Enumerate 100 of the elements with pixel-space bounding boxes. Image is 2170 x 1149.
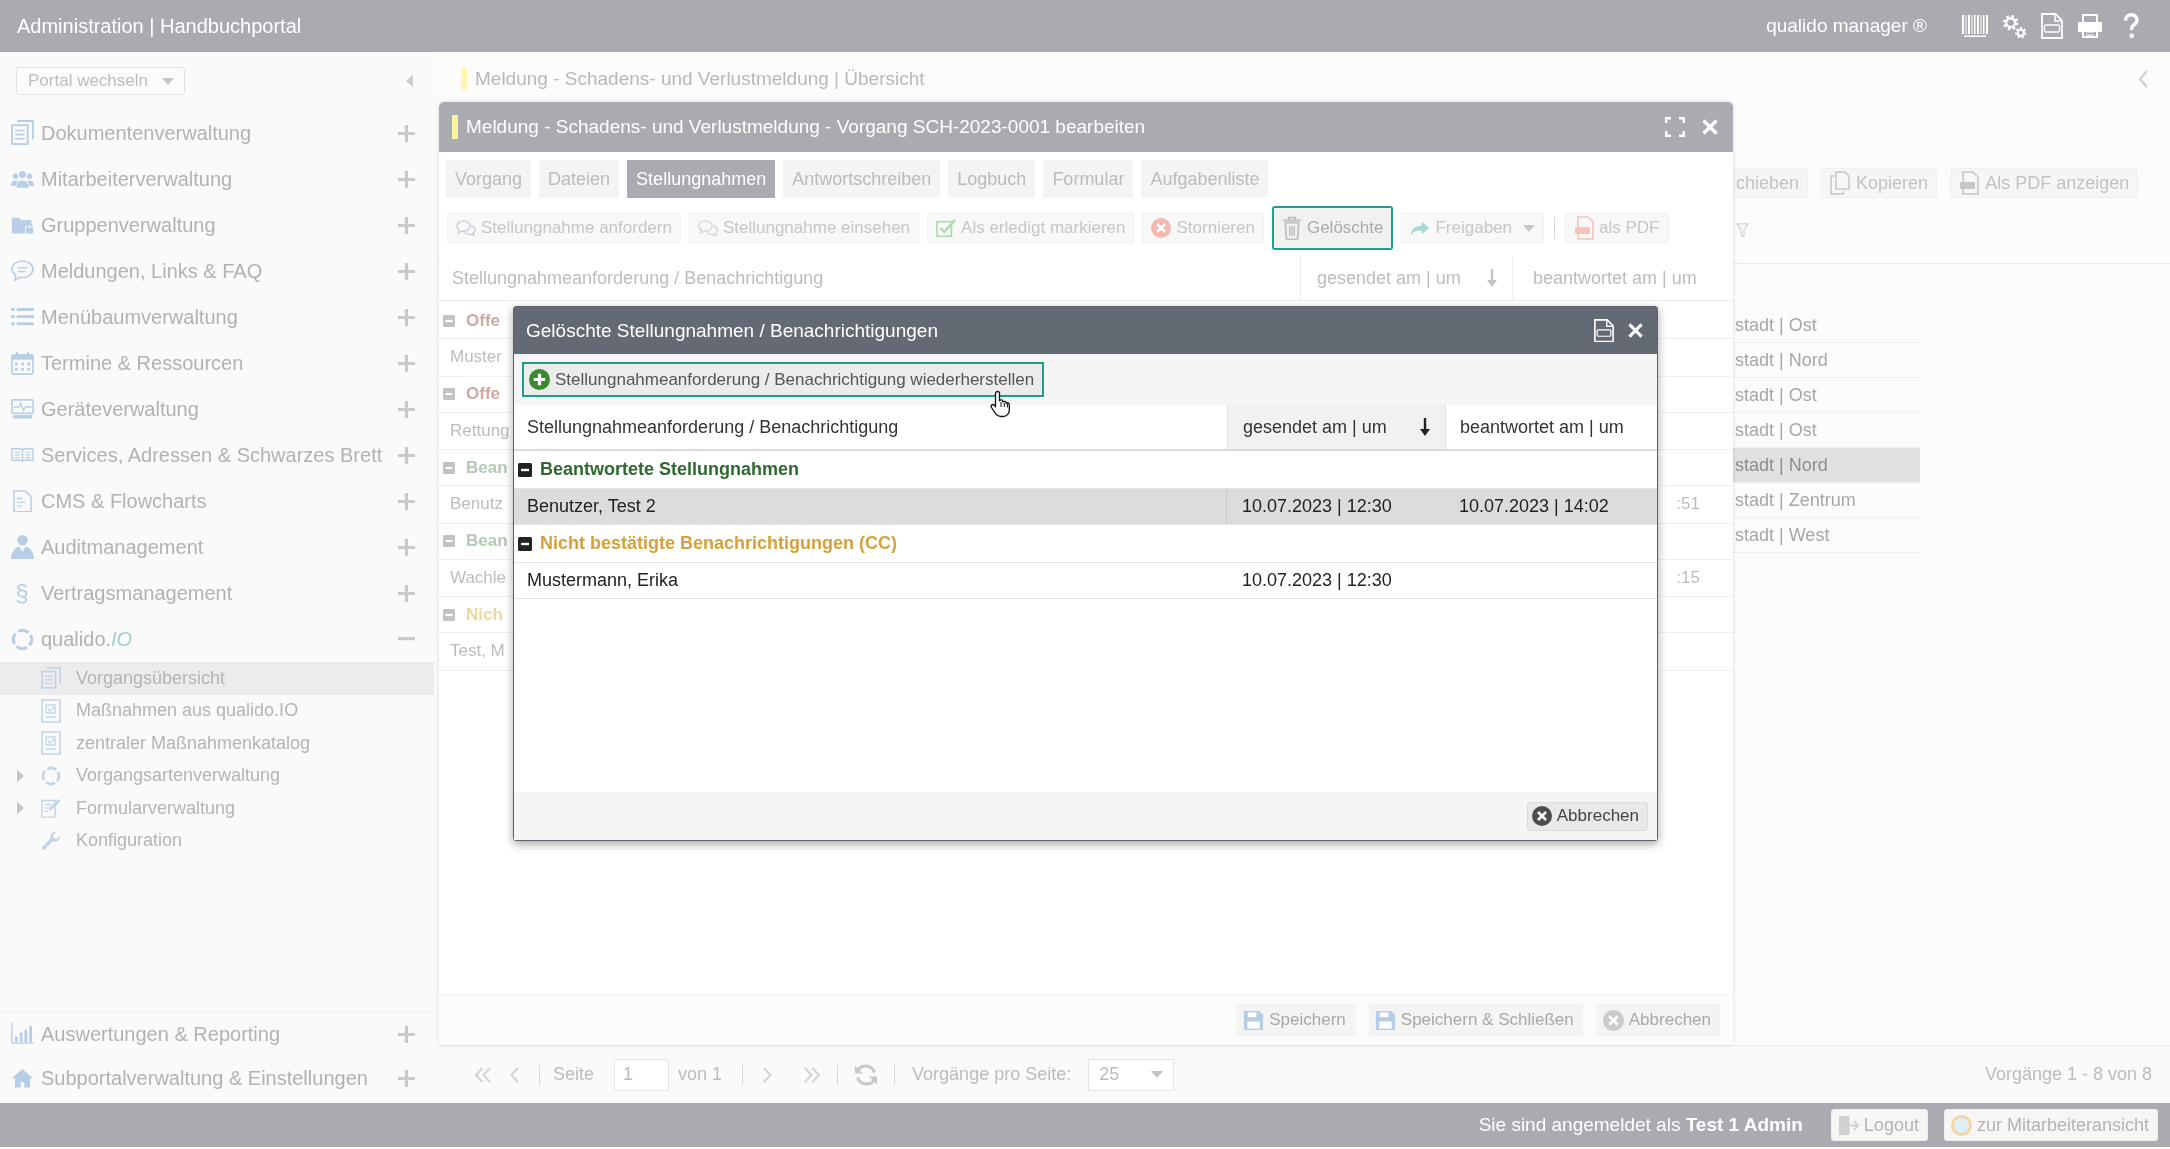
sidebar-item[interactable]: qualido.IO xyxy=(0,616,437,662)
refresh-icon[interactable] xyxy=(854,1063,879,1086)
first-page-icon[interactable] xyxy=(474,1066,492,1083)
table-cell: Rettung xyxy=(450,420,510,441)
wrench-icon xyxy=(41,830,61,851)
sidebar-item[interactable]: Services, Adressen & Schwarzes Brett xyxy=(0,432,437,478)
table-cell: 10.07.2023 | 14:02 xyxy=(1459,496,1609,517)
sidebar-item[interactable]: CMS & Flowcharts xyxy=(0,478,437,524)
footer-button[interactable]: Speichern xyxy=(1237,1004,1355,1036)
page-input[interactable]: 1 xyxy=(614,1058,670,1091)
plus-icon[interactable] xyxy=(398,262,415,280)
footer-button[interactable]: Speichern & Schließen xyxy=(1368,1004,1583,1036)
toolbar-button[interactable]: Gelöschte xyxy=(1271,206,1394,250)
sidebar-subitem[interactable]: Vorgangsübersicht xyxy=(0,662,434,695)
plus-icon[interactable] xyxy=(398,124,415,142)
filter-icon[interactable] xyxy=(1736,222,1749,238)
tab[interactable]: Antwortschreiben xyxy=(783,160,941,198)
record-count: Vorgänge 1 - 8 von 8 xyxy=(1984,1064,2152,1085)
tab[interactable]: Stellungnahmen xyxy=(627,160,776,198)
copy-icon xyxy=(1830,171,1851,195)
sidebar-item[interactable]: Auditmanagement xyxy=(0,524,437,570)
sidebar-item[interactable]: Meldungen, Links & FAQ xyxy=(0,248,437,294)
table-row[interactable]: stadt | Nord xyxy=(1733,448,1920,483)
table-cell: Mustermann, Erika xyxy=(527,570,679,591)
column-header[interactable]: Stellungnahmeanforderung / Benachrichtigung xyxy=(514,405,1227,449)
dialog-title: Meldung - Schadens- und Verlustmeldung - Vorgang SCH-2023-0001 bearbeiten xyxy=(466,116,1146,138)
restore-button[interactable]: Stellungnahmeanforderung / Benachrichtigung wiederherstellen xyxy=(522,362,1045,397)
sidebar-item[interactable]: § Vertragsmanagement xyxy=(0,570,437,616)
plus-icon[interactable] xyxy=(398,492,415,510)
sidebar-subitem[interactable]: Formularverwaltung xyxy=(0,792,434,825)
sidebar-subitem[interactable]: zentraler Maßnahmenkatalog xyxy=(0,727,434,760)
sidebar-item[interactable]: Subportalverwaltung & Einstellungen xyxy=(0,1056,437,1100)
per-page-select[interactable]: 25 xyxy=(1088,1058,1175,1091)
checkbox-tick-icon xyxy=(936,218,957,238)
tab[interactable]: Logbuch xyxy=(948,160,1036,198)
plus-icon[interactable] xyxy=(398,354,415,372)
column-header[interactable]: beantwortet am | um xyxy=(1445,405,1657,449)
table-row[interactable]: Benutzer, Test 2 10.07.2023 | 12:30 10.07.2023 | 14:02 xyxy=(514,489,1657,525)
sidebar-item[interactable]: Auswertungen & Reporting xyxy=(0,1012,437,1056)
plus-icon[interactable] xyxy=(398,538,415,556)
file-icon xyxy=(1574,216,1595,240)
trash-icon xyxy=(1281,215,1302,241)
sidebar-subitem[interactable]: Konfiguration xyxy=(0,824,434,857)
status-button[interactable]: Logout xyxy=(1830,1109,1928,1141)
next-page-icon[interactable] xyxy=(763,1066,773,1083)
sidebar-item[interactable]: Gruppenverwaltung xyxy=(0,202,437,248)
plus-icon[interactable] xyxy=(398,1069,415,1087)
tab[interactable]: Formular xyxy=(1043,160,1134,198)
sidebar-subitem[interactable]: Maßnahmen aus qualido.IO xyxy=(0,694,434,727)
portal-select[interactable]: Portal wechseln xyxy=(16,67,185,95)
close-icon[interactable] xyxy=(1702,119,1718,135)
footer-button[interactable]: Abbrechen xyxy=(1596,1004,1720,1036)
status-button[interactable]: zur Mitarbeiteransicht xyxy=(1943,1109,2158,1141)
sidebar-item[interactable]: Geräteverwaltung xyxy=(0,386,437,432)
file-icon xyxy=(1959,171,1980,195)
collapse-icon[interactable] xyxy=(518,462,532,477)
cancel-button[interactable]: Abbrechen xyxy=(1526,801,1648,831)
plus-icon[interactable] xyxy=(398,308,415,326)
plus-icon[interactable] xyxy=(398,170,415,188)
plus-icon[interactable] xyxy=(398,1025,415,1043)
column-header[interactable]: Stellungnahmeanforderung / Benachrichtigung xyxy=(439,256,1300,300)
table-cell: stadt | Ost xyxy=(1735,314,1817,336)
column-header[interactable]: beantwortet am | um xyxy=(1512,256,1733,300)
sidebar-item[interactable]: Menübaumverwaltung xyxy=(0,294,437,340)
column-header[interactable]: gesendet am | um xyxy=(1227,405,1445,449)
collapse-sidebar-icon[interactable] xyxy=(406,75,413,87)
tab[interactable]: Vorgang xyxy=(446,160,532,198)
plus-icon[interactable] xyxy=(398,216,415,234)
tab[interactable]: Aufgabenliste xyxy=(1141,160,1269,198)
table-cell: stadt | West xyxy=(1735,524,1830,546)
gears-icon[interactable] xyxy=(2002,13,2027,39)
minus-icon[interactable] xyxy=(398,637,415,641)
sidebar-item[interactable]: Dokumentenverwaltung xyxy=(0,110,437,156)
close-icon[interactable] xyxy=(1628,323,1643,338)
plus-icon[interactable] xyxy=(398,446,415,464)
collapse-icon[interactable] xyxy=(518,536,532,551)
table-row[interactable]: Mustermann, Erika 10.07.2023 | 12:30 xyxy=(514,563,1657,599)
tab[interactable]: Dateien xyxy=(539,160,620,198)
barcode-icon[interactable] xyxy=(1962,15,1988,37)
previous-page-icon[interactable] xyxy=(510,1066,519,1083)
sidebar-subitem[interactable]: Vorgangsartenverwaltung xyxy=(0,759,434,792)
sidebar-item[interactable]: Termine & Ressourcen xyxy=(0,340,437,386)
group-title: Offe xyxy=(466,310,500,331)
caret-down-icon xyxy=(1523,224,1536,232)
column-header[interactable]: gesendet am | um xyxy=(1300,256,1512,300)
last-page-icon[interactable] xyxy=(803,1066,822,1083)
print-icon[interactable] xyxy=(2077,14,2103,38)
plus-circle-icon xyxy=(529,369,550,390)
sidebar-item[interactable]: Mitarbeiterverwaltung xyxy=(0,156,437,202)
plus-icon[interactable] xyxy=(398,400,415,418)
chevron-left-icon[interactable] xyxy=(2138,69,2148,88)
share-arrow-icon xyxy=(1410,220,1431,236)
maximize-icon[interactable] xyxy=(1665,117,1685,137)
file-icon[interactable] xyxy=(2041,13,2063,39)
people-icon xyxy=(10,170,34,188)
expander-icon[interactable] xyxy=(17,802,24,815)
expander-icon[interactable] xyxy=(17,769,24,782)
plus-icon[interactable] xyxy=(398,584,415,602)
help-icon[interactable] xyxy=(2123,13,2139,39)
file-icon[interactable] xyxy=(1594,318,1614,343)
